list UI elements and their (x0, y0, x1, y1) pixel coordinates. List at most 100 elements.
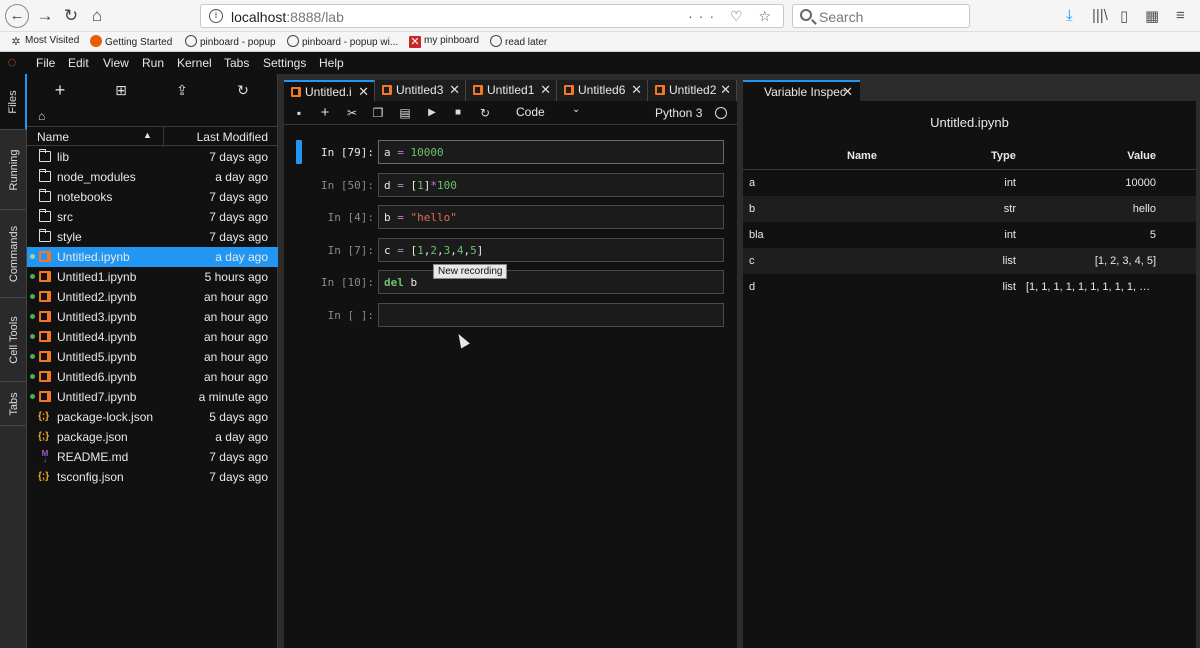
home-icon[interactable]: ⌂ (86, 5, 108, 27)
cell-editor[interactable]: del b (378, 270, 724, 295)
bookmark-pinboard-popup[interactable]: pinboard - popup (185, 35, 276, 48)
file-row[interactable]: src 7 days ago (27, 207, 278, 227)
file-row[interactable]: Untitled1.ipynb 5 hours ago (27, 267, 278, 287)
info-icon[interactable]: i (209, 9, 223, 23)
bookmark-my-pinboard[interactable]: ✕ my pinboard (409, 35, 479, 48)
restart-kernel-icon[interactable]: ↻ (477, 105, 493, 121)
file-row[interactable]: {;} tsconfig.json 7 days ago (27, 467, 278, 487)
table-row[interactable]: b str hello (743, 196, 1196, 222)
notebook-icon (39, 331, 51, 342)
close-icon[interactable]: ✕ (449, 82, 460, 98)
file-row[interactable]: Untitled3.ipynb an hour ago (27, 307, 278, 327)
copy-icon[interactable]: ❐ (370, 105, 386, 121)
menu-edit[interactable]: Edit (68, 56, 89, 70)
chevron-down-icon[interactable]: ⌄ (572, 104, 580, 115)
cell-editor[interactable]: b = "hello" (378, 205, 724, 230)
menu-view[interactable]: View (103, 56, 129, 70)
notebook-tab[interactable]: Untitled2 ✕ (648, 80, 737, 101)
cell-type-select[interactable]: Code (516, 105, 545, 119)
code-cell[interactable]: In [4]: b = "hello" (284, 205, 737, 230)
tab-tabs[interactable]: Tabs (0, 382, 27, 426)
file-row[interactable]: node_modules a day ago (27, 167, 278, 187)
file-row[interactable]: lib 7 days ago (27, 147, 278, 167)
cell-editor[interactable]: d = [1]*100 (378, 172, 724, 197)
tab-running[interactable]: Running (0, 130, 27, 210)
column-name[interactable]: Name (37, 130, 69, 144)
kernel-name[interactable]: Python 3 (655, 106, 702, 120)
column-last-modified[interactable]: Last Modified (197, 130, 268, 144)
table-row[interactable]: a int 10000 (743, 170, 1196, 196)
menu-tabs[interactable]: Tabs (224, 56, 249, 70)
table-row[interactable]: bla int 5 (743, 222, 1196, 248)
sort-ascending-icon[interactable]: ▲ (143, 130, 152, 140)
bookmark-pinboard-popup-window[interactable]: pinboard - popup wi... (287, 35, 398, 48)
bookmark-getting-started[interactable]: Getting Started (90, 35, 172, 48)
menu-icon[interactable]: ≡ (1176, 7, 1185, 24)
file-row[interactable]: Untitled2.ipynb an hour ago (27, 287, 278, 307)
close-icon[interactable]: ✕ (842, 84, 853, 100)
stop-icon[interactable]: ■ (450, 105, 466, 121)
tab-cell-tools[interactable]: Cell Tools (0, 298, 27, 382)
url-text[interactable]: localhost:8888/lab (231, 9, 344, 25)
tab-commands[interactable]: Commands (0, 210, 27, 298)
file-row[interactable]: notebooks 7 days ago (27, 187, 278, 207)
insert-cell-icon[interactable]: + (317, 105, 333, 121)
menu-kernel[interactable]: Kernel (177, 56, 212, 70)
upload-icon[interactable]: ⇪ (172, 80, 192, 100)
home-breadcrumb-icon[interactable]: ⌂ (38, 109, 45, 123)
notebook-tab[interactable]: Untitled3 ✕ (375, 80, 466, 101)
library-icon[interactable]: |||\ (1092, 7, 1108, 24)
save-icon[interactable]: ▪ (291, 105, 307, 121)
cell-editor[interactable] (378, 303, 724, 327)
menu-run[interactable]: Run (142, 56, 164, 70)
cell-editor[interactable]: c = [1,2,3,4,5] (378, 237, 724, 262)
file-row[interactable]: M ↓ README.md 7 days ago (27, 447, 278, 467)
url-bar[interactable]: i localhost:8888/lab ··· ♡ ☆ (200, 4, 784, 28)
forward-arrow-icon[interactable]: → (34, 5, 56, 27)
bookmark-most-visited[interactable]: ✲ Most Visited (10, 35, 79, 48)
menu-settings[interactable]: Settings (263, 56, 306, 70)
notebook-tab[interactable]: Untitled6 ✕ (557, 80, 648, 101)
run-icon[interactable]: ▶ (424, 105, 440, 121)
file-row[interactable]: {;} package.json a day ago (27, 427, 278, 447)
code-cell[interactable]: In [79]: a = 10000 (284, 140, 737, 164)
close-icon[interactable]: ✕ (720, 82, 731, 98)
cut-icon[interactable]: ✂ (344, 105, 360, 121)
close-icon[interactable]: ✕ (358, 84, 369, 100)
reload-icon[interactable]: ↻ (60, 5, 82, 27)
notebook-tab[interactable]: Untitled.i ✕ (284, 80, 375, 101)
file-row[interactable]: Untitled4.ipynb an hour ago (27, 327, 278, 347)
code-cell[interactable]: In [7]: c = [1,2,3,4,5] (284, 237, 737, 262)
column-divider[interactable] (163, 127, 164, 147)
notebook-tab[interactable]: Untitled1 ✕ (466, 80, 557, 101)
code-cell[interactable]: In [ ]: (284, 303, 737, 327)
file-row[interactable]: Untitled6.ipynb an hour ago (27, 367, 278, 387)
table-row[interactable]: c list [1, 2, 3, 4, 5] (743, 248, 1196, 274)
file-row[interactable]: Untitled5.ipynb an hour ago (27, 347, 278, 367)
new-launcher-icon[interactable]: + (50, 80, 70, 100)
sidebar-icon[interactable]: ▯ (1120, 7, 1128, 25)
new-folder-icon[interactable]: ⊞ (111, 80, 131, 100)
table-row[interactable]: d list [1, 1, 1, 1, 1, 1, 1, 1, 1, 1, ... (743, 274, 1196, 300)
menu-file[interactable]: File (36, 56, 55, 70)
file-row[interactable]: {;} package-lock.json 5 days ago (27, 407, 278, 427)
code-cell[interactable]: In [50]: d = [1]*100 (284, 172, 737, 197)
refresh-icon[interactable]: ↻ (233, 80, 253, 100)
back-arrow-icon[interactable]: ← (5, 4, 29, 28)
page-actions-icons[interactable]: ··· ♡ ☆ (688, 8, 777, 25)
tab-files[interactable]: Files (0, 74, 27, 130)
file-row[interactable]: Untitled7.ipynb a minute ago (27, 387, 278, 407)
close-icon[interactable]: ✕ (631, 82, 642, 98)
file-row[interactable]: Untitled.ipynb a day ago (27, 247, 278, 267)
close-icon[interactable]: ✕ (540, 82, 551, 98)
code-cell[interactable]: In [10]: del b (284, 270, 737, 295)
tab-variable-inspector[interactable]: Variable Inspec ✕ (743, 80, 860, 101)
menu-help[interactable]: Help (319, 56, 344, 70)
browser-search-input[interactable]: Search (792, 4, 970, 28)
file-row[interactable]: style 7 days ago (27, 227, 278, 247)
download-icon[interactable]: ⤓ (1066, 7, 1073, 24)
paste-icon[interactable]: ▤ (397, 105, 413, 121)
bookmark-read-later[interactable]: read later (490, 35, 547, 48)
cell-editor[interactable]: a = 10000 (378, 140, 724, 164)
extensions-icon[interactable]: ▦ (1145, 7, 1159, 25)
